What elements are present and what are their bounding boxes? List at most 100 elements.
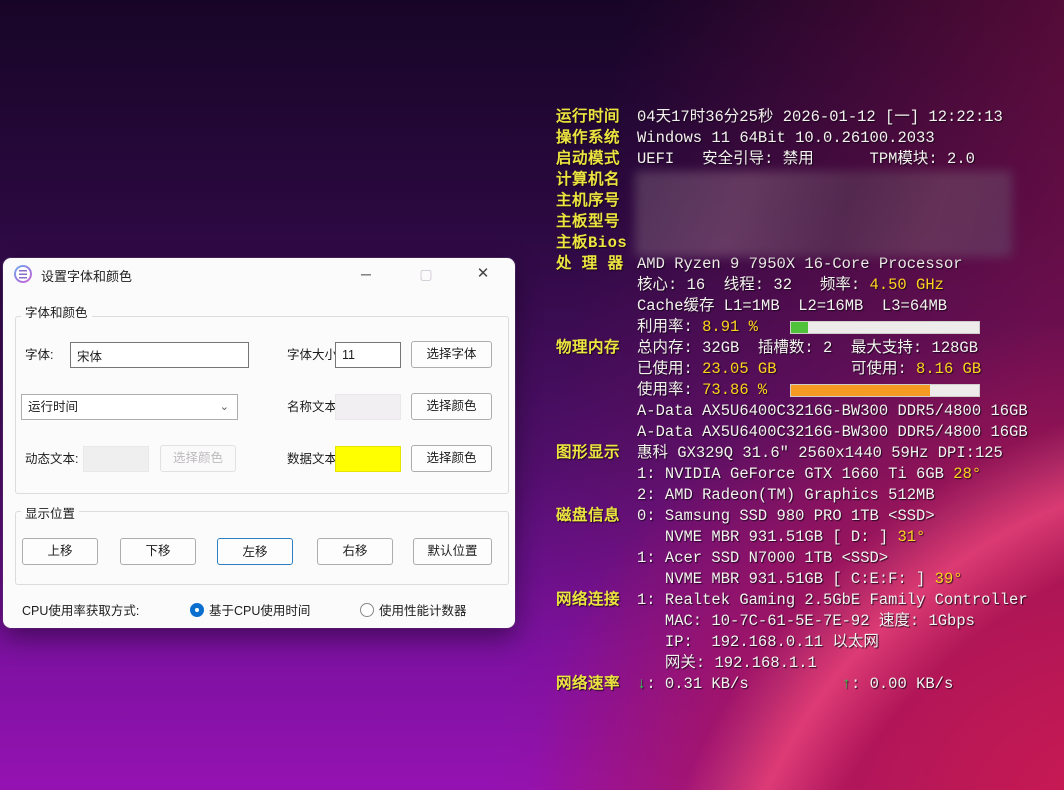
sysinfo-text-segment: NVME MBR 931.51GB [ C:E:F: ] — [637, 570, 935, 588]
sysinfo-text-segment: ↓ — [637, 675, 646, 693]
maximize-button[interactable]: ▢ — [409, 262, 443, 286]
name-text-label: 名称文本: — [287, 394, 340, 420]
close-button[interactable]: ✕ — [466, 262, 500, 286]
name-text-color-swatch — [335, 394, 401, 420]
sysinfo-label: 主板Bios — [556, 233, 637, 254]
sysinfo-text-segment: 总内存: 32GB 插槽数: 2 最大支持: 128GB — [637, 339, 978, 357]
sysinfo-text-segment: 网关: 192.168.1.1 — [637, 654, 817, 672]
sysinfo-text-segment: : 0.00 KB/s — [851, 675, 953, 693]
sysinfo-text-segment: A-Data AX5U6400C3216G-BW300 DDR5/4800 16… — [637, 423, 1028, 441]
sysinfo-row: 1: NVIDIA GeForce GTX 1660 Ti 6GB 28° — [556, 464, 1056, 485]
sysinfo-text-segment: 使用率: — [637, 381, 702, 399]
minimize-button[interactable]: ─ — [349, 262, 383, 286]
font-size-input[interactable] — [335, 342, 401, 368]
sysinfo-text-segment: 31° — [897, 528, 925, 546]
sysinfo-label: 启动模式 — [556, 149, 637, 170]
sysinfo-text-segment: 0: Samsung SSD 980 PRO 1TB <SSD> — [637, 507, 935, 525]
sysinfo-label: 主板型号 — [556, 212, 637, 233]
sysinfo-text-segment: 1: Realtek Gaming 2.5GbE Family Controll… — [637, 591, 1028, 609]
choose-font-button[interactable]: 选择字体 — [411, 341, 492, 368]
sysinfo-row: 网络连接1: Realtek Gaming 2.5GbE Family Cont… — [556, 590, 1056, 611]
sysinfo-row: A-Data AX5U6400C3216G-BW300 DDR5/4800 16… — [556, 422, 1056, 443]
data-text-label: 数据文本: — [287, 446, 340, 472]
sysinfo-row: MAC: 10-7C-61-5E-7E-92 速度: 1Gbps — [556, 611, 1056, 632]
cpu-usage-bar — [790, 321, 980, 334]
sysinfo-row: 网关: 192.168.1.1 — [556, 653, 1056, 674]
sysinfo-text-segment: 28° — [953, 465, 981, 483]
sysinfo-row: NVME MBR 931.51GB [ C:E:F: ] 39° — [556, 569, 1056, 590]
sysinfo-text-segment: 23.05 GB — [702, 360, 776, 378]
sysinfo-text-segment: 惠科 GX329Q 31.6″ 2560x1440 59Hz DPI:125 — [637, 444, 1003, 462]
sysinfo-row: 使用率: 73.86 % — [556, 380, 1056, 401]
app-list-icon — [14, 265, 32, 283]
name-choose-color-button[interactable]: 选择颜色 — [411, 393, 492, 420]
item-select-value: 运行时间 — [28, 400, 78, 414]
move-right-button[interactable]: 右移 — [317, 538, 393, 565]
radio-cpu-time-label[interactable]: 基于CPU使用时间 — [209, 598, 310, 624]
sysinfo-text-segment — [749, 675, 842, 693]
sysinfo-text-segment: ↑ — [842, 675, 851, 693]
font-name-input[interactable] — [70, 342, 249, 368]
item-select-dropdown[interactable]: 运行时间 ⌄ — [21, 394, 238, 420]
dynamic-text-label: 动态文本: — [25, 446, 78, 472]
radio-perf-counter-label[interactable]: 使用性能计数器 — [379, 598, 467, 624]
chevron-down-icon: ⌄ — [220, 395, 229, 419]
memory-usage-bar-fill — [791, 385, 930, 396]
sysinfo-text-segment: 利用率: — [637, 318, 702, 336]
sysinfo-row: 处 理 器AMD Ryzen 9 7950X 16-Core Processor — [556, 254, 1056, 275]
sysinfo-row: 网络速率↓: 0.31 KB/s ↑: 0.00 KB/s — [556, 674, 1056, 695]
sysinfo-text-segment: A-Data AX5U6400C3216G-BW300 DDR5/4800 16… — [637, 402, 1028, 420]
sysinfo-text-segment: 已使用: — [637, 360, 702, 378]
data-text-color-swatch — [335, 446, 401, 472]
sysinfo-text-segment: 4.50 GHz — [870, 276, 944, 294]
sysinfo-text-segment: 73.86 % — [702, 381, 767, 399]
sysinfo-row: 磁盘信息0: Samsung SSD 980 PRO 1TB <SSD> — [556, 506, 1056, 527]
radio-perf-counter[interactable] — [360, 603, 374, 617]
sysinfo-row: 运行时间04天17时36分25秒 2026-01-12 [一] 12:22:13 — [556, 107, 1056, 128]
sysinfo-text-segment: 1: Acer SSD N7000 1TB <SSD> — [637, 549, 888, 567]
sysinfo-row: 已使用: 23.05 GB 可使用: 8.16 GB — [556, 359, 1056, 380]
sysinfo-text-segment: 核心: 16 线程: 32 频率: — [637, 276, 870, 294]
sysinfo-row: 利用率: 8.91 % — [556, 317, 1056, 338]
radio-cpu-time[interactable] — [190, 603, 204, 617]
sysinfo-row: 2: AMD Radeon(TM) Graphics 512MB — [556, 485, 1056, 506]
sysinfo-text-segment: : 0.31 KB/s — [646, 675, 748, 693]
sysinfo-label: 物理内存 — [556, 338, 637, 359]
cpu-usage-bar-fill — [791, 322, 808, 333]
move-up-button[interactable]: 上移 — [22, 538, 98, 565]
dialog-titlebar[interactable]: 设置字体和颜色 ─ ▢ ✕ — [3, 258, 515, 290]
sysinfo-label: 磁盘信息 — [556, 506, 637, 527]
sysinfo-row: A-Data AX5U6400C3216G-BW300 DDR5/4800 16… — [556, 401, 1056, 422]
sysinfo-label: 主机序号 — [556, 191, 637, 212]
sysinfo-text-segment: UEFI 安全引导: 禁用 TPM模块: 2.0 — [637, 150, 975, 168]
sysinfo-row: NVME MBR 931.51GB [ D: ] 31° — [556, 527, 1056, 548]
sysinfo-text-segment: 04天17时36分25秒 2026-01-12 [一] 12:22:13 — [637, 108, 1003, 126]
dynamic-choose-color-button: 选择颜色 — [160, 445, 236, 472]
move-down-button[interactable]: 下移 — [120, 538, 196, 565]
cpu-mode-label: CPU使用率获取方式: — [22, 598, 139, 624]
sysinfo-text-segment: NVME MBR 931.51GB [ D: ] — [637, 528, 897, 546]
memory-usage-bar — [790, 384, 980, 397]
sysinfo-label: 图形显示 — [556, 443, 637, 464]
sysinfo-row: 操作系统Windows 11 64Bit 10.0.26100.2033 — [556, 128, 1056, 149]
font-color-settings-dialog: 设置字体和颜色 ─ ▢ ✕ 字体和颜色 字体: 字体大小: 选择字体 运行时间 … — [3, 258, 515, 628]
default-position-button[interactable]: 默认位置 — [413, 538, 492, 565]
sysinfo-text-segment: 8.91 % — [702, 318, 758, 336]
sysinfo-text-segment: 1: NVIDIA GeForce GTX 1660 Ti 6GB — [637, 465, 953, 483]
sysinfo-text-segment: 可使用: — [777, 360, 917, 378]
sysinfo-label: 网络速率 — [556, 674, 637, 695]
cpu-mode-row: CPU使用率获取方式: 基于CPU使用时间 使用性能计数器 — [3, 598, 515, 624]
sysinfo-text-segment: 8.16 GB — [916, 360, 981, 378]
sysinfo-row: 图形显示惠科 GX329Q 31.6″ 2560x1440 59Hz DPI:1… — [556, 443, 1056, 464]
data-choose-color-button[interactable]: 选择颜色 — [411, 445, 492, 472]
dynamic-text-color-swatch — [83, 446, 149, 472]
redacted-region — [635, 171, 1012, 257]
sysinfo-text-segment: MAC: 10-7C-61-5E-7E-92 速度: 1Gbps — [637, 612, 975, 630]
sysinfo-text-segment: Cache缓存 L1=1MB L2=16MB L3=64MB — [637, 297, 947, 315]
move-left-button[interactable]: 左移 — [217, 538, 293, 565]
sysinfo-label: 处 理 器 — [556, 254, 637, 275]
font-size-label: 字体大小: — [287, 342, 340, 368]
sysinfo-row: 物理内存总内存: 32GB 插槽数: 2 最大支持: 128GB — [556, 338, 1056, 359]
sysinfo-row: 1: Acer SSD N7000 1TB <SSD> — [556, 548, 1056, 569]
sysinfo-text-segment: 2: AMD Radeon(TM) Graphics 512MB — [637, 486, 935, 504]
